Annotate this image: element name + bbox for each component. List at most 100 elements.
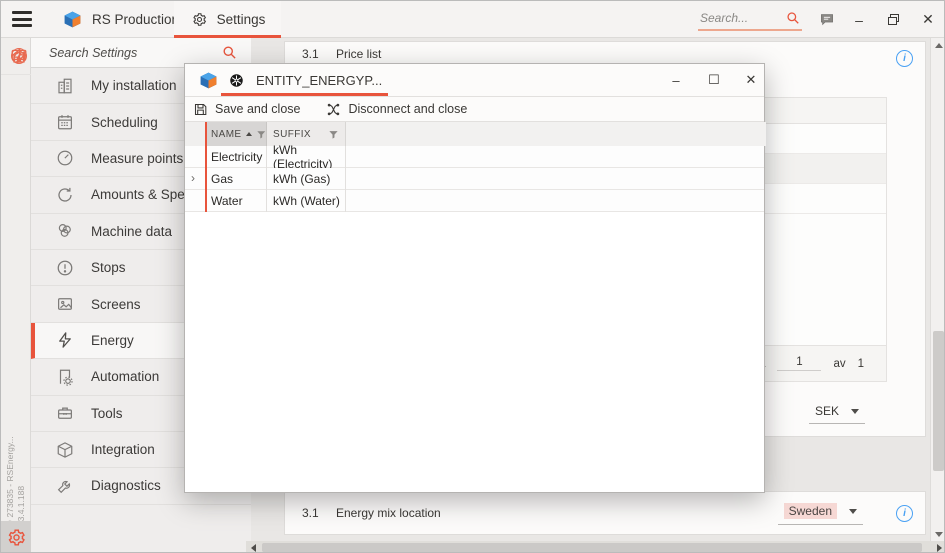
dialog-maximize-button[interactable]: ☐ — [699, 64, 729, 96]
column-header-name[interactable]: NAME — [205, 122, 267, 146]
vertical-scrollbar[interactable] — [930, 38, 945, 541]
window-restore-button[interactable] — [878, 1, 908, 38]
dialog-toolbar: Save and close Disconnect and close — [185, 97, 764, 122]
scroll-right-icon[interactable] — [932, 541, 945, 553]
price-list-label: Price list — [336, 47, 381, 61]
pagination-page-input[interactable]: 1 — [777, 356, 821, 371]
cell-name[interactable]: Gas — [205, 168, 267, 190]
titlebar: RS Production Settings Search... – ✕ — [1, 1, 945, 38]
save-and-close-button[interactable]: Save and close — [193, 102, 300, 117]
currency-value: SEK — [815, 404, 839, 418]
doc-gear-icon — [55, 367, 74, 386]
price-list-number: 3.1 — [302, 47, 336, 61]
gear-icon — [190, 10, 209, 29]
help-icon: ? — [11, 48, 27, 64]
pagination-of-label: av — [833, 358, 845, 370]
global-search-placeholder: Search... — [700, 11, 748, 25]
alert-circle-icon — [55, 258, 74, 277]
chevron-down-icon — [851, 409, 859, 414]
sidebar-item-label: Machine data — [91, 224, 172, 239]
disconnect-and-close-label: Disconnect and close — [348, 102, 467, 116]
sidebar-item-label: Stops — [91, 260, 126, 275]
currency-dropdown[interactable]: SEK — [809, 402, 865, 424]
filter-icon[interactable] — [256, 129, 267, 140]
horizontal-scrollbar[interactable] — [246, 541, 945, 553]
filter-icon[interactable] — [328, 129, 339, 140]
rail-settings-button[interactable] — [1, 521, 31, 553]
cell-suffix[interactable]: kWh (Water) — [267, 190, 346, 212]
global-search-input[interactable]: Search... — [698, 7, 802, 31]
table-header: NAME SUFFIX — [185, 122, 764, 146]
wrench-icon — [55, 476, 74, 495]
sync-icon — [55, 185, 74, 204]
building-icon — [55, 76, 74, 95]
scroll-left-icon[interactable] — [246, 541, 260, 553]
table-row[interactable]: Water kWh (Water) — [185, 190, 764, 212]
app-window: RS Production Settings Search... – ✕ — [0, 0, 945, 553]
vertical-scroll-thumb[interactable] — [933, 331, 944, 471]
dialog-minimize-button[interactable]: – — [661, 64, 691, 96]
info-icon[interactable]: i — [896, 505, 913, 522]
energy-mix-number: 3.1 — [302, 506, 336, 520]
focused-column-indicator — [205, 122, 207, 212]
pagination-total: 1 — [858, 358, 864, 370]
entity-icon — [229, 73, 244, 93]
info-icon[interactable]: i — [896, 50, 913, 67]
dialog-titlebar: ENTITY_ENERGYP... – ☐ ✕ — [185, 64, 764, 97]
sidebar-item-label: Automation — [91, 369, 159, 384]
disconnect-and-close-button[interactable]: Disconnect and close — [326, 102, 467, 117]
cell-name[interactable]: Water — [205, 190, 267, 212]
sidebar-item-label: Screens — [91, 297, 141, 312]
scroll-down-icon[interactable] — [931, 527, 945, 541]
tab-rs-production-label: RS Production — [92, 12, 179, 27]
toolbox-icon — [55, 404, 74, 423]
sort-ascending-icon — [246, 132, 252, 136]
calendar-icon — [55, 113, 74, 132]
search-icon — [222, 45, 237, 60]
image-icon — [55, 295, 74, 314]
cell-suffix[interactable]: kWh (Gas) — [267, 168, 346, 190]
gauge-icon — [55, 149, 74, 168]
sidebar-item-label: Scheduling — [91, 115, 158, 130]
rs-production-logo-icon — [199, 71, 218, 95]
horizontal-scroll-thumb[interactable] — [262, 543, 922, 552]
row-expander-icon[interactable]: › — [191, 171, 195, 185]
rail-help-button[interactable]: ? — [1, 38, 31, 75]
disconnect-icon — [326, 102, 341, 117]
cell-name[interactable]: Electricity — [205, 146, 267, 168]
rs-production-logo-icon — [63, 10, 82, 29]
table-row[interactable]: › Gas kWh (Gas) — [185, 168, 764, 190]
dialog-tab-underline — [221, 93, 388, 96]
coins-icon — [55, 222, 74, 241]
dialog-close-button[interactable]: ✕ — [736, 64, 766, 96]
chevron-down-icon — [849, 509, 857, 514]
dialog-title: ENTITY_ENERGYP... — [256, 73, 382, 88]
column-name-label: NAME — [211, 129, 242, 140]
energy-mix-section: 3.1 Energy mix location Sweden i — [284, 491, 926, 535]
sidebar-item-label: Measure points — [91, 151, 183, 166]
sidebar-item-label: My installation — [91, 78, 177, 93]
tab-rs-production[interactable]: RS Production — [51, 1, 191, 38]
window-minimize-button[interactable]: – — [844, 1, 874, 38]
column-header-empty — [346, 122, 766, 146]
sidebar-item-label: Energy — [91, 333, 134, 348]
feedback-icon[interactable] — [812, 1, 842, 38]
scroll-up-icon[interactable] — [931, 38, 945, 52]
row-selector-header — [185, 122, 205, 146]
hamburger-menu-icon[interactable] — [12, 11, 32, 27]
bolt-icon — [55, 331, 74, 350]
cube-icon — [55, 440, 74, 459]
energy-mix-label: Energy mix location — [336, 506, 441, 520]
window-close-button[interactable]: ✕ — [913, 1, 943, 38]
table-row[interactable]: Electricity kWh (Electricity) — [185, 146, 764, 168]
energy-mix-dropdown[interactable]: Sweden — [778, 501, 863, 525]
restore-icon — [888, 14, 899, 25]
tab-settings-label: Settings — [217, 12, 266, 27]
column-suffix-label: SUFFIX — [273, 129, 311, 140]
sidebar-search-placeholder: Search Settings — [49, 46, 137, 60]
tab-settings[interactable]: Settings — [174, 1, 281, 38]
energy-mix-dropdown-wrap: Sweden — [778, 501, 863, 525]
search-icon[interactable] — [786, 11, 800, 25]
save-and-close-label: Save and close — [215, 102, 300, 116]
cell-suffix[interactable]: kWh (Electricity) — [267, 146, 346, 168]
